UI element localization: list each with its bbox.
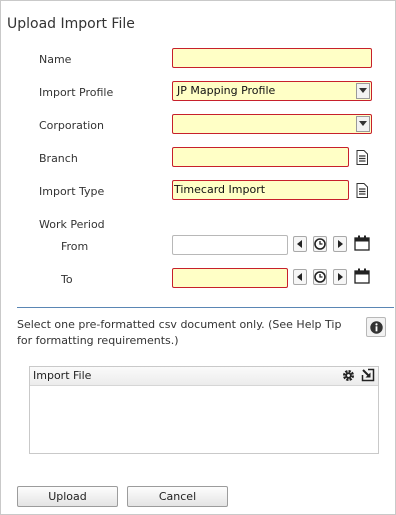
clock-icon[interactable] <box>313 236 327 252</box>
name-label: Name <box>39 53 72 66</box>
name-input[interactable] <box>172 48 372 68</box>
from-date-input[interactable] <box>172 235 288 255</box>
next-button[interactable] <box>333 269 347 285</box>
corporation-label: Corporation <box>39 119 104 132</box>
previous-button[interactable] <box>293 236 307 252</box>
chevron-down-icon[interactable] <box>356 116 370 132</box>
calendar-icon[interactable] <box>354 268 370 284</box>
chevron-down-icon[interactable] <box>356 83 370 99</box>
import-profile-select[interactable]: JP Mapping Profile <box>172 81 372 101</box>
work-period-label: Work Period <box>39 218 105 231</box>
to-label: To <box>61 273 73 286</box>
document-lookup-icon[interactable] <box>356 150 368 165</box>
import-profile-value: JP Mapping Profile <box>177 84 276 97</box>
import-type-label: Import Type <box>39 185 105 198</box>
import-file-panel-header: Import File <box>30 367 378 386</box>
import-type-input[interactable]: Timecard Import <box>172 180 349 200</box>
dialog-title: Upload Import File <box>7 16 135 32</box>
import-profile-label: Import Profile <box>39 86 114 99</box>
from-label: From <box>61 240 89 253</box>
section-divider <box>17 307 394 308</box>
import-arrow-icon[interactable] <box>361 368 375 382</box>
import-file-title: Import File <box>33 369 92 382</box>
cancel-button[interactable]: Cancel <box>127 486 228 507</box>
next-button[interactable] <box>333 236 347 252</box>
corporation-select[interactable] <box>172 114 372 134</box>
previous-button[interactable] <box>293 269 307 285</box>
calendar-icon[interactable] <box>354 235 370 251</box>
document-lookup-icon[interactable] <box>356 183 368 198</box>
import-file-panel[interactable]: Import File <box>29 366 379 454</box>
branch-label: Branch <box>39 152 78 165</box>
branch-input[interactable] <box>172 147 349 167</box>
to-date-input[interactable] <box>172 268 288 288</box>
clock-icon[interactable] <box>313 269 327 285</box>
info-icon[interactable] <box>366 317 386 337</box>
help-text: Select one pre-formatted csv document on… <box>17 318 342 347</box>
gear-icon[interactable] <box>341 368 356 383</box>
upload-button[interactable]: Upload <box>17 486 118 507</box>
